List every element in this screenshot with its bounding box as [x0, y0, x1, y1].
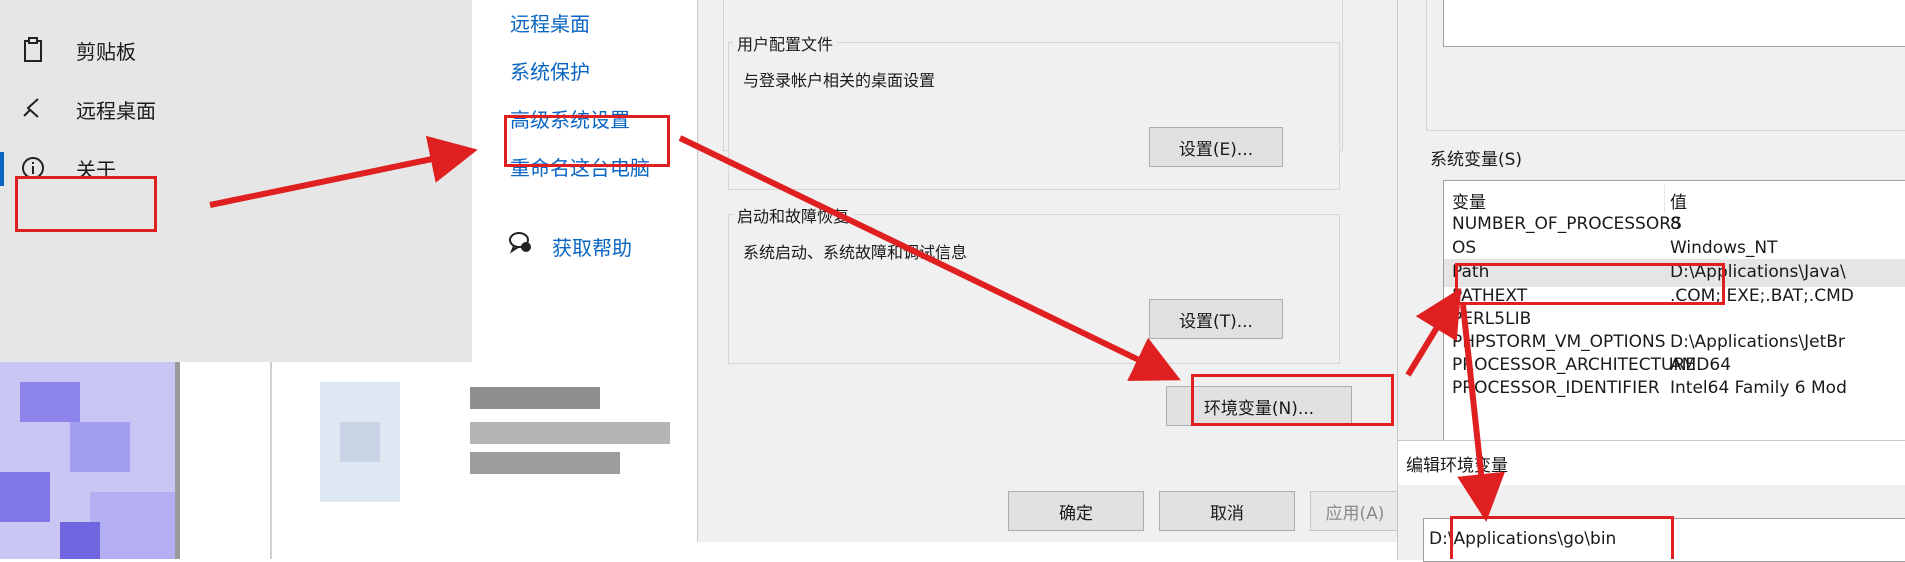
startup-recovery-settings-button[interactable]: 设置(T)...: [1149, 299, 1283, 339]
nav-item-label: 远程桌面: [76, 98, 156, 123]
startup-recovery-description: 系统启动、系统故障和调试信息: [743, 243, 968, 262]
user-profiles-settings-button[interactable]: 设置(E)...: [1149, 127, 1283, 167]
system-vars-label: 系统变量(S): [1430, 150, 1523, 170]
cancel-button[interactable]: 取消: [1159, 491, 1295, 531]
help-chat-icon: [508, 230, 534, 260]
var-name: PROCESSOR_ARCHITECTURE: [1452, 355, 1696, 375]
column-header-variable[interactable]: 变量: [1452, 188, 1486, 213]
redacted-background: [0, 362, 697, 559]
nav-item-label: 剪贴板: [76, 39, 136, 64]
highlight-go-bin: [1450, 516, 1674, 559]
var-value: AMD64: [1670, 355, 1732, 375]
var-name: PHPSTORM_VM_OPTIONS: [1452, 332, 1666, 352]
nav-item-clipboard[interactable]: 剪贴板: [18, 30, 136, 70]
environment-variables-dialog: 系统变量(S) 变量 值 NUMBER_OF_PROCESSORS 8 OS W…: [1397, 0, 1905, 442]
related-links-panel: 远程桌面 系统保护 高级系统设置 重命名这台电脑 获取帮助: [472, 0, 697, 362]
var-name: PERL5LIB: [1452, 309, 1532, 329]
nav-selected-indicator: [0, 152, 4, 186]
highlight-env-button: [1191, 374, 1394, 426]
var-value: Intel64 Family 6 Mod: [1670, 378, 1847, 398]
highlight-path-row: [1455, 263, 1725, 305]
system-vars-header: 变量 值: [1444, 185, 1905, 213]
system-properties-dialog: 用户配置文件 与登录帐户相关的桌面设置 设置(E)... 启动和故障恢复 系统启…: [697, 0, 1400, 542]
var-value: Windows_NT: [1670, 238, 1778, 258]
highlight-about: [15, 176, 157, 232]
var-name: OS: [1452, 238, 1477, 258]
nav-item-remote-desktop[interactable]: 远程桌面: [18, 89, 156, 129]
link-system-protection[interactable]: 系统保护: [510, 56, 590, 85]
startup-recovery-title: 启动和故障恢复: [733, 203, 854, 227]
startup-recovery-group: 启动和故障恢复 系统启动、系统故障和调试信息 设置(T)...: [728, 203, 1340, 364]
link-get-help[interactable]: 获取帮助: [552, 232, 632, 261]
remote-desktop-icon: [18, 94, 48, 124]
var-name: PROCESSOR_IDENTIFIER: [1452, 378, 1660, 398]
system-vars-list[interactable]: 变量 值 NUMBER_OF_PROCESSORS 8 OS Windows_N…: [1443, 180, 1905, 442]
user-vars-group: [1426, 0, 1905, 131]
var-value: D:\Applications\JetBr: [1670, 332, 1845, 352]
table-row[interactable]: PROCESSOR_IDENTIFIER Intel64 Family 6 Mo…: [1444, 375, 1905, 403]
highlight-advanced-settings: [504, 115, 670, 167]
user-profiles-group: 用户配置文件 与登录帐户相关的桌面设置 设置(E)...: [728, 31, 1340, 190]
column-header-value[interactable]: 值: [1670, 188, 1687, 213]
user-profiles-title: 用户配置文件: [733, 31, 838, 55]
apply-button[interactable]: 应用(A): [1310, 491, 1400, 531]
link-remote-desktop[interactable]: 远程桌面: [510, 8, 590, 37]
ok-button[interactable]: 确定: [1008, 491, 1144, 531]
clipboard-icon: [18, 35, 48, 65]
user-profiles-description: 与登录帐户相关的桌面设置: [743, 71, 936, 90]
var-name: NUMBER_OF_PROCESSORS: [1452, 214, 1682, 234]
var-value: 8: [1670, 214, 1681, 234]
edit-env-title: 编辑环境变量: [1406, 456, 1508, 476]
